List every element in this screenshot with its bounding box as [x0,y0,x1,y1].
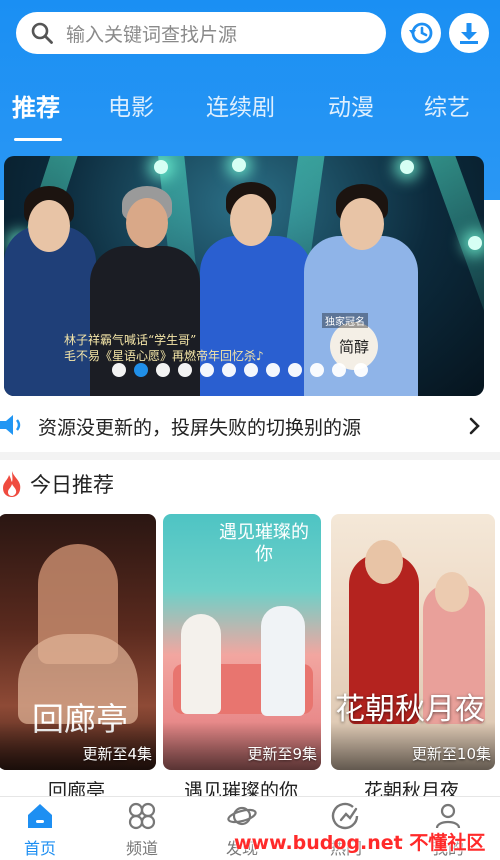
tab-anime[interactable]: 动漫 [328,88,374,122]
poster-title: 遇见璀璨的你 [219,522,309,565]
update-badge: 更新至9集 [247,745,317,763]
poster-figure [435,572,469,612]
tab-variety[interactable]: 综艺 [424,88,470,122]
carousel-dot[interactable] [332,363,346,377]
card-title[interactable]: 遇见璀璨的你 [184,776,298,796]
speaker-icon [0,415,21,435]
stage-light [154,160,168,174]
card-title[interactable]: 花朝秋月夜 [364,776,459,796]
poster-figure [365,540,403,584]
performer [340,198,384,250]
poster-figure [261,606,305,716]
tab-recommend[interactable]: 推荐 [12,88,60,123]
card-title[interactable]: 回廊亭 [48,776,105,796]
carousel-dot[interactable] [266,363,280,377]
section-header: 今日推荐 [0,466,114,502]
history-icon [409,22,433,44]
app-screen: 输入关键词查找片源 推荐 电影 连续剧 动漫 综艺 林子祥霸气喊话“学生哥” 毛… [0,0,500,860]
stage-light [232,158,246,172]
nav-home[interactable]: 首页 [0,801,80,859]
chevron-right-icon[interactable] [466,414,484,438]
performer [126,198,168,248]
channel-icon [128,802,156,830]
carousel-dot[interactable] [200,363,214,377]
nav-label: 频道 [125,839,158,858]
download-button[interactable] [449,13,489,53]
carousel-dot[interactable] [222,363,236,377]
sponsor-badge: 独家冠名 [322,313,368,328]
performer [230,194,272,246]
nav-channel[interactable]: 频道 [102,801,182,859]
carousel-dots [112,363,368,377]
video-card[interactable]: 花朝秋月夜 更新至10集 [331,514,495,770]
carousel-dot[interactable] [310,363,324,377]
carousel-dot[interactable] [244,363,258,377]
carousel-dot[interactable] [134,363,148,377]
search-input[interactable]: 输入关键词查找片源 [66,20,237,47]
trending-icon [331,802,359,830]
video-card[interactable]: 遇见璀璨的你 更新至9集 [163,514,321,770]
divider [0,452,500,460]
stage-light [400,160,414,174]
watermark: www.budog.net 不懂社区 [234,832,486,854]
notice-bar[interactable]: 资源没更新的，投屏失败的切换别的源 [0,400,500,452]
search-icon [31,22,53,44]
performer [28,200,70,252]
banner-caption-line: 毛不易《星语心愿》再燃帝年回忆杀♪ [64,349,264,363]
video-card[interactable]: 回廊亭 更新至4集 [0,514,156,770]
section-title: 今日推荐 [30,473,114,497]
tab-movies[interactable]: 电影 [108,88,154,122]
nav-label: 首页 [23,839,56,858]
carousel-dot[interactable] [178,363,192,377]
carousel-dot[interactable] [156,363,170,377]
update-badge: 更新至10集 [411,745,491,763]
carousel-dot[interactable] [112,363,126,377]
notice-text: 资源没更新的，投屏失败的切换别的源 [38,417,362,439]
carousel-dot[interactable] [288,363,302,377]
planet-icon [227,806,257,826]
home-icon [28,804,52,828]
poster-figure [181,614,221,714]
fire-icon [3,471,21,497]
history-button[interactable] [401,13,441,53]
sponsor-logo-text: 简醇 [338,337,369,356]
download-icon [460,23,478,44]
carousel-dot[interactable] [354,363,368,377]
tab-series[interactable]: 连续剧 [206,88,275,122]
stage-light [414,156,484,365]
search-bar[interactable]: 输入关键词查找片源 [16,12,386,54]
banner-caption-line: 林子祥霸气喊话“学生哥” [64,333,197,347]
update-badge: 更新至4集 [82,745,152,763]
stage-light [468,236,482,250]
active-tab-indicator [14,138,62,141]
user-icon [435,803,461,829]
banner-caption: 林子祥霸气喊话“学生哥” 毛不易《星语心愿》再燃帝年回忆杀♪ [64,332,264,364]
category-tabs: 推荐 电影 连续剧 动漫 综艺 [0,88,500,138]
